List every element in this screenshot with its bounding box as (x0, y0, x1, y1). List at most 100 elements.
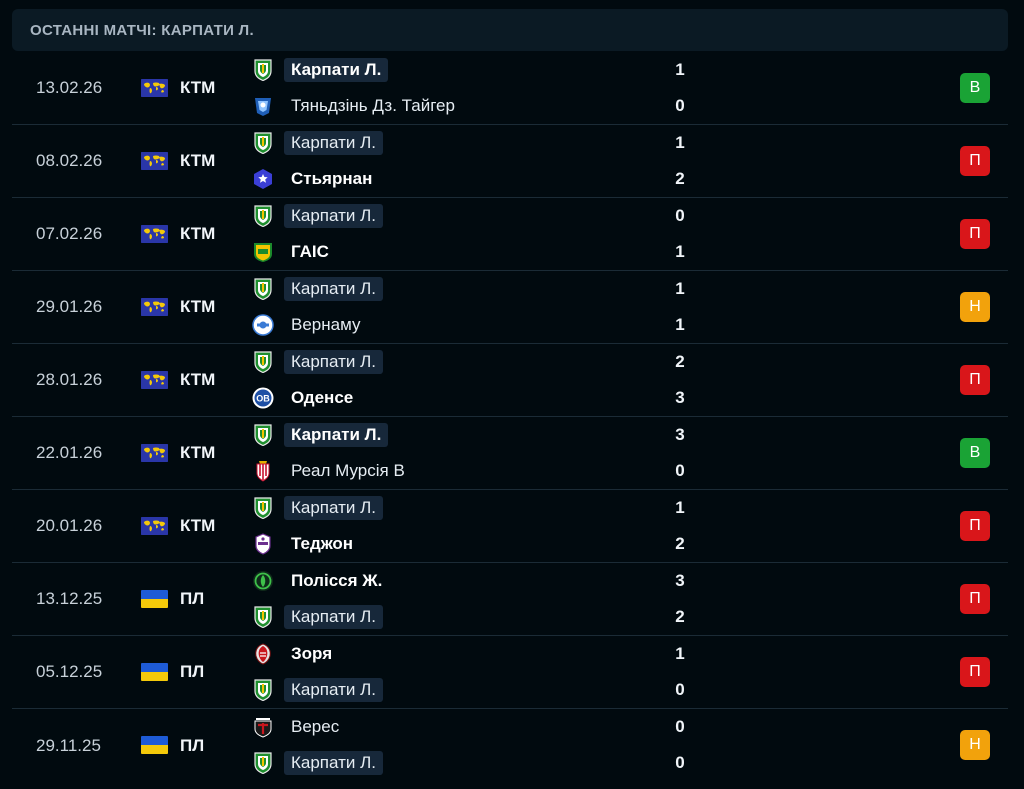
karpaty-crest-icon (252, 752, 274, 774)
karpaty-crest-icon (252, 424, 274, 446)
away-team-name: Теджон (291, 534, 354, 553)
match-date: 13.12.25 (36, 589, 103, 608)
away-score: 1 (675, 242, 685, 261)
home-team-name: Карпати Л. (284, 423, 389, 447)
away-team-name: Оденсе (291, 388, 354, 407)
match-date: 05.12.25 (36, 662, 103, 681)
away-team-name: Карпати Л. (284, 678, 383, 702)
home-team-name: Карпати Л. (284, 204, 383, 228)
world-flag-icon (141, 225, 168, 243)
karpaty-crest-icon (252, 205, 274, 227)
daejeon-crest-icon (252, 533, 274, 555)
away-team[interactable]: Стьярнан (252, 161, 772, 197)
competition-label: ПЛ (180, 662, 205, 681)
away-team[interactable]: Тяньдзінь Дз. Тайгер (252, 88, 772, 124)
world-flag-icon (141, 517, 168, 535)
stjarnan-crest-icon (252, 168, 274, 190)
ukraine-flag-icon (141, 590, 168, 608)
tianjin-crest-icon (252, 95, 274, 117)
home-team-name: Полісся Ж. (291, 571, 383, 590)
match-date: 29.11.25 (36, 735, 101, 755)
home-team[interactable]: Карпати Л. (252, 125, 772, 161)
karpaty-crest-icon (252, 679, 274, 701)
away-team-name: Стьярнан (291, 169, 373, 188)
competition-label: КТМ (180, 78, 216, 97)
match-row[interactable]: 05.12.25 ПЛ Зоря Карпати Л. 1 0 П (12, 636, 1008, 709)
home-team[interactable]: Карпати Л. (252, 271, 772, 307)
result-badge: Н (960, 730, 990, 760)
away-team[interactable]: Карпати Л. (252, 745, 772, 781)
real-murcia-crest-icon (252, 460, 274, 482)
away-score: 1 (675, 315, 685, 334)
competition-label: КТМ (180, 516, 216, 535)
match-row[interactable]: 22.01.26 КТМ Карпати Л. Реал Мурсія B 3 … (12, 417, 1008, 490)
home-team[interactable]: Карпати Л. (252, 52, 772, 88)
varnamo-crest-icon (252, 314, 274, 336)
home-team-name: Карпати Л. (284, 350, 383, 374)
home-score: 1 (675, 60, 685, 79)
away-team[interactable]: Карпати Л. (252, 599, 772, 635)
away-score: 0 (675, 461, 685, 480)
home-score: 1 (675, 133, 685, 152)
home-team[interactable]: Карпати Л. (252, 417, 772, 453)
world-flag-icon (141, 371, 168, 389)
section-title: ОСТАННІ МАТЧІ: КАРПАТИ Л. (30, 21, 254, 39)
home-team[interactable]: Полісся Ж. (252, 563, 772, 599)
away-score: 0 (675, 96, 685, 115)
home-team-name: Карпати Л. (284, 277, 383, 301)
home-score: 3 (675, 571, 685, 590)
away-team[interactable]: Вернаму (252, 307, 772, 343)
zorya-crest-icon (252, 643, 274, 665)
match-date: 13.02.26 (36, 78, 103, 97)
home-team[interactable]: Карпати Л. (252, 344, 772, 380)
home-team[interactable]: Верес (252, 709, 772, 745)
polissya-crest-icon (252, 570, 274, 592)
match-row[interactable]: 13.02.26 КТМ Карпати Л. Тяньдзінь Дз. Та… (12, 52, 1008, 125)
home-score: 0 (675, 717, 685, 736)
result-badge: П (960, 219, 990, 249)
result-badge: П (960, 657, 990, 687)
result-badge: П (960, 584, 990, 614)
ukraine-flag-icon (141, 663, 168, 681)
match-date: 28.01.26 (36, 370, 103, 389)
away-team[interactable]: OB Оденсе (252, 380, 772, 416)
home-score: 1 (675, 498, 685, 517)
home-team[interactable]: Зоря (252, 636, 772, 672)
competition-label: КТМ (180, 443, 216, 462)
away-score: 2 (675, 534, 685, 553)
match-row[interactable]: 07.02.26 КТМ Карпати Л. ГАІС 0 1 П (12, 198, 1008, 271)
away-team[interactable]: Реал Мурсія B (252, 453, 772, 489)
home-team-name: Зоря (291, 644, 333, 663)
world-flag-icon (141, 152, 168, 170)
competition-label: КТМ (180, 224, 216, 243)
section-header: ОСТАННІ МАТЧІ: КАРПАТИ Л. (12, 9, 1008, 51)
away-team-name: Карпати Л. (284, 605, 383, 629)
match-row[interactable]: 13.12.25 ПЛ Полісся Ж. Карпати Л. 3 2 П (12, 563, 1008, 636)
match-date: 29.01.26 (36, 297, 103, 316)
match-row[interactable]: 08.02.26 КТМ Карпати Л. Стьярнан 1 2 П (12, 125, 1008, 198)
match-row[interactable]: 28.01.26 КТМ Карпати Л. OB Оденсе 2 3 П (12, 344, 1008, 417)
karpaty-crest-icon (252, 497, 274, 519)
home-team[interactable]: Карпати Л. (252, 490, 772, 526)
away-score: 2 (675, 607, 685, 626)
svg-text:OB: OB (256, 394, 270, 404)
result-badge: В (960, 73, 990, 103)
away-team[interactable]: Теджон (252, 526, 772, 562)
result-badge: П (960, 365, 990, 395)
match-row[interactable]: 20.01.26 КТМ Карпати Л. Теджон 1 2 П (12, 490, 1008, 563)
karpaty-crest-icon (252, 132, 274, 154)
away-team[interactable]: Карпати Л. (252, 672, 772, 708)
match-row[interactable]: 29.11.25 ПЛ Верес Карпати Л. 0 0 Н (12, 709, 1008, 782)
away-team[interactable]: ГАІС (252, 234, 772, 270)
home-team[interactable]: Карпати Л. (252, 198, 772, 234)
match-date: 20.01.26 (36, 516, 103, 535)
world-flag-icon (141, 298, 168, 316)
home-score: 1 (675, 279, 685, 298)
karpaty-crest-icon (252, 606, 274, 628)
away-team-name: Карпати Л. (284, 751, 383, 775)
away-team-name: ГАІС (291, 242, 329, 261)
karpaty-crest-icon (252, 59, 274, 81)
match-list: 13.02.26 КТМ Карпати Л. Тяньдзінь Дз. Та… (12, 52, 1008, 782)
match-row[interactable]: 29.01.26 КТМ Карпати Л. Вернаму 1 1 Н (12, 271, 1008, 344)
home-team-name: Карпати Л. (284, 131, 383, 155)
